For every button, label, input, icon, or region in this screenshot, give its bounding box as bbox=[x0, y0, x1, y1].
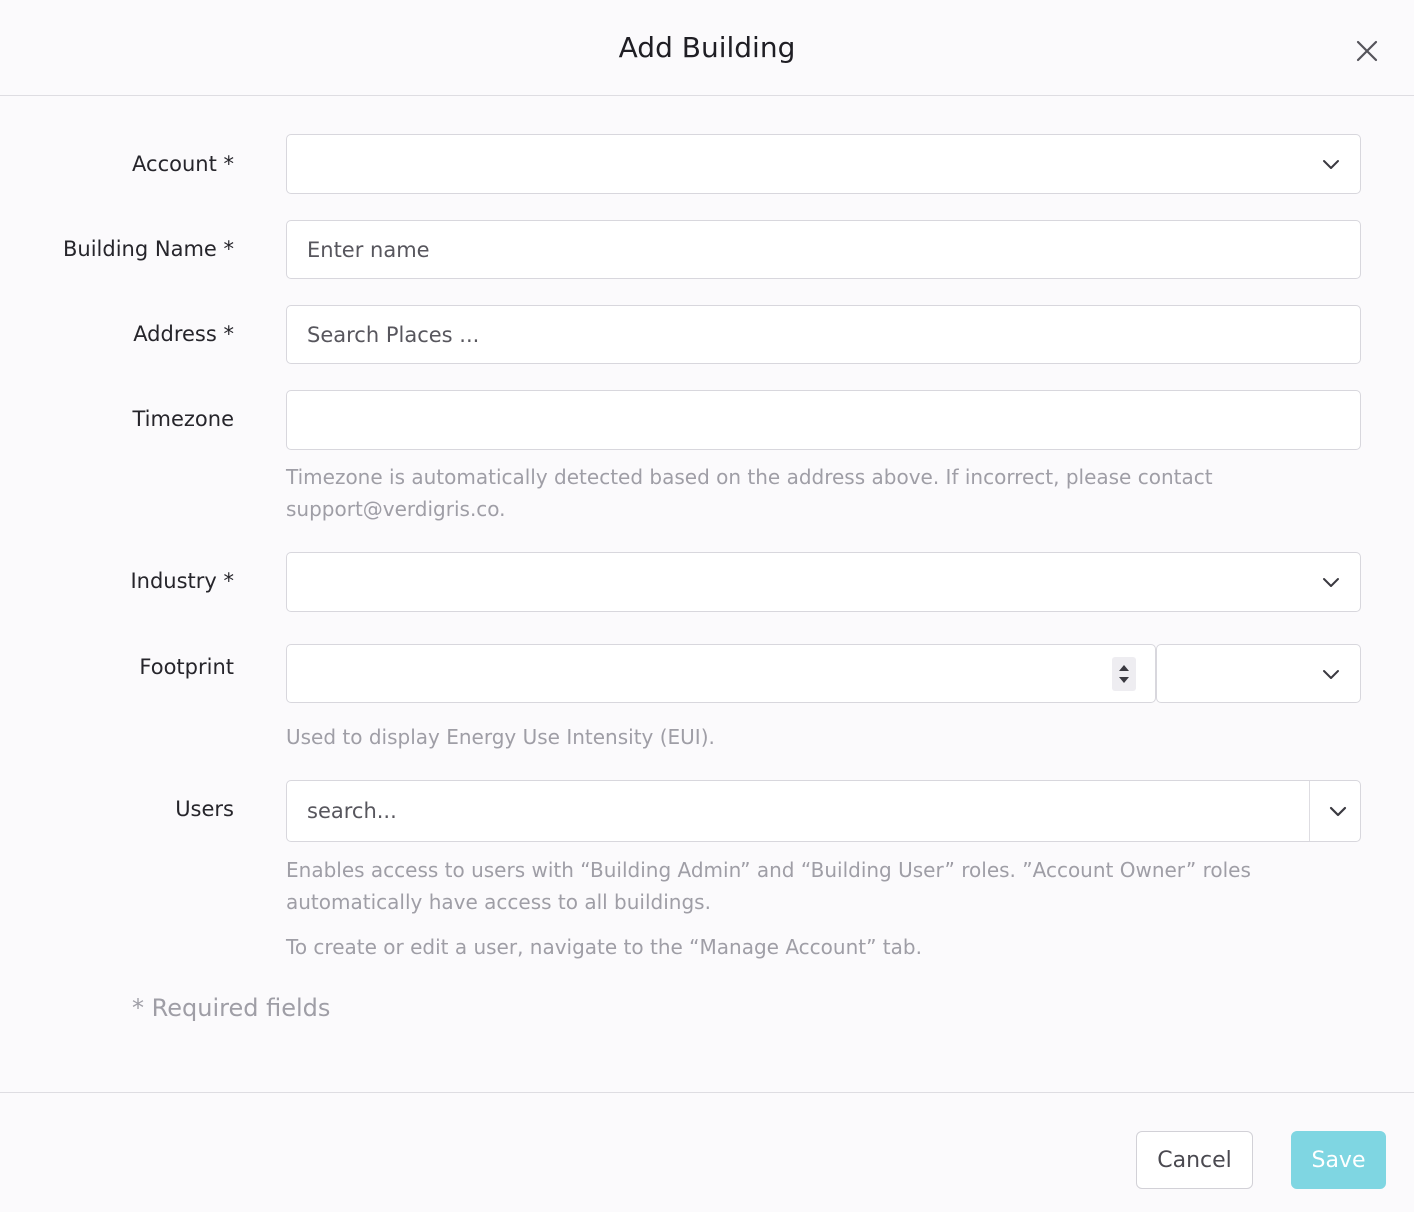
account-label: Account * bbox=[132, 152, 234, 176]
users-search-input[interactable] bbox=[287, 781, 1309, 841]
cancel-button[interactable]: Cancel bbox=[1136, 1131, 1253, 1189]
industry-select[interactable] bbox=[286, 552, 1361, 612]
users-label: Users bbox=[175, 797, 234, 821]
footprint-number-input[interactable] bbox=[287, 645, 1155, 702]
timezone-input[interactable] bbox=[287, 391, 1360, 449]
building-name-label: Building Name * bbox=[63, 237, 234, 261]
building-name-input[interactable] bbox=[287, 221, 1360, 278]
required-fields-note: * Required fields bbox=[132, 994, 331, 1022]
dialog-title: Add Building bbox=[618, 31, 796, 64]
users-manage-help-text: To create or edit a user, navigate to th… bbox=[286, 935, 922, 959]
building-name-field bbox=[286, 220, 1361, 279]
footprint-number-field bbox=[286, 644, 1156, 703]
users-multiselect bbox=[286, 780, 1361, 842]
timezone-help-text: Timezone is automatically detected based… bbox=[286, 465, 1213, 521]
footprint-help-text: Used to display Energy Use Intensity (EU… bbox=[286, 725, 715, 749]
address-label: Address * bbox=[133, 322, 234, 346]
chevron-down-icon[interactable] bbox=[1328, 801, 1348, 821]
footprint-label: Footprint bbox=[139, 655, 234, 679]
stepper-arrows-icon bbox=[1119, 665, 1129, 683]
add-building-dialog: Add Building Account * Building Name * A… bbox=[0, 0, 1414, 1212]
chevron-down-icon bbox=[1323, 578, 1339, 587]
users-dropdown-separator bbox=[1309, 781, 1310, 841]
address-search-input[interactable] bbox=[287, 306, 1360, 363]
close-button[interactable] bbox=[1352, 36, 1382, 66]
address-field bbox=[286, 305, 1361, 364]
timezone-field bbox=[286, 390, 1361, 450]
chevron-down-icon bbox=[1323, 669, 1339, 679]
industry-label: Industry * bbox=[130, 569, 234, 593]
save-button[interactable]: Save bbox=[1291, 1131, 1386, 1189]
number-stepper[interactable] bbox=[1112, 657, 1136, 691]
footprint-unit-select[interactable] bbox=[1156, 644, 1361, 703]
dialog-header: Add Building bbox=[0, 0, 1414, 96]
chevron-down-icon bbox=[1323, 160, 1339, 169]
timezone-label: Timezone bbox=[132, 407, 235, 431]
users-help-text: Enables access to users with “Building A… bbox=[286, 858, 1251, 914]
account-select[interactable] bbox=[286, 134, 1361, 194]
footer-divider bbox=[0, 1092, 1414, 1093]
close-icon bbox=[1356, 40, 1378, 62]
